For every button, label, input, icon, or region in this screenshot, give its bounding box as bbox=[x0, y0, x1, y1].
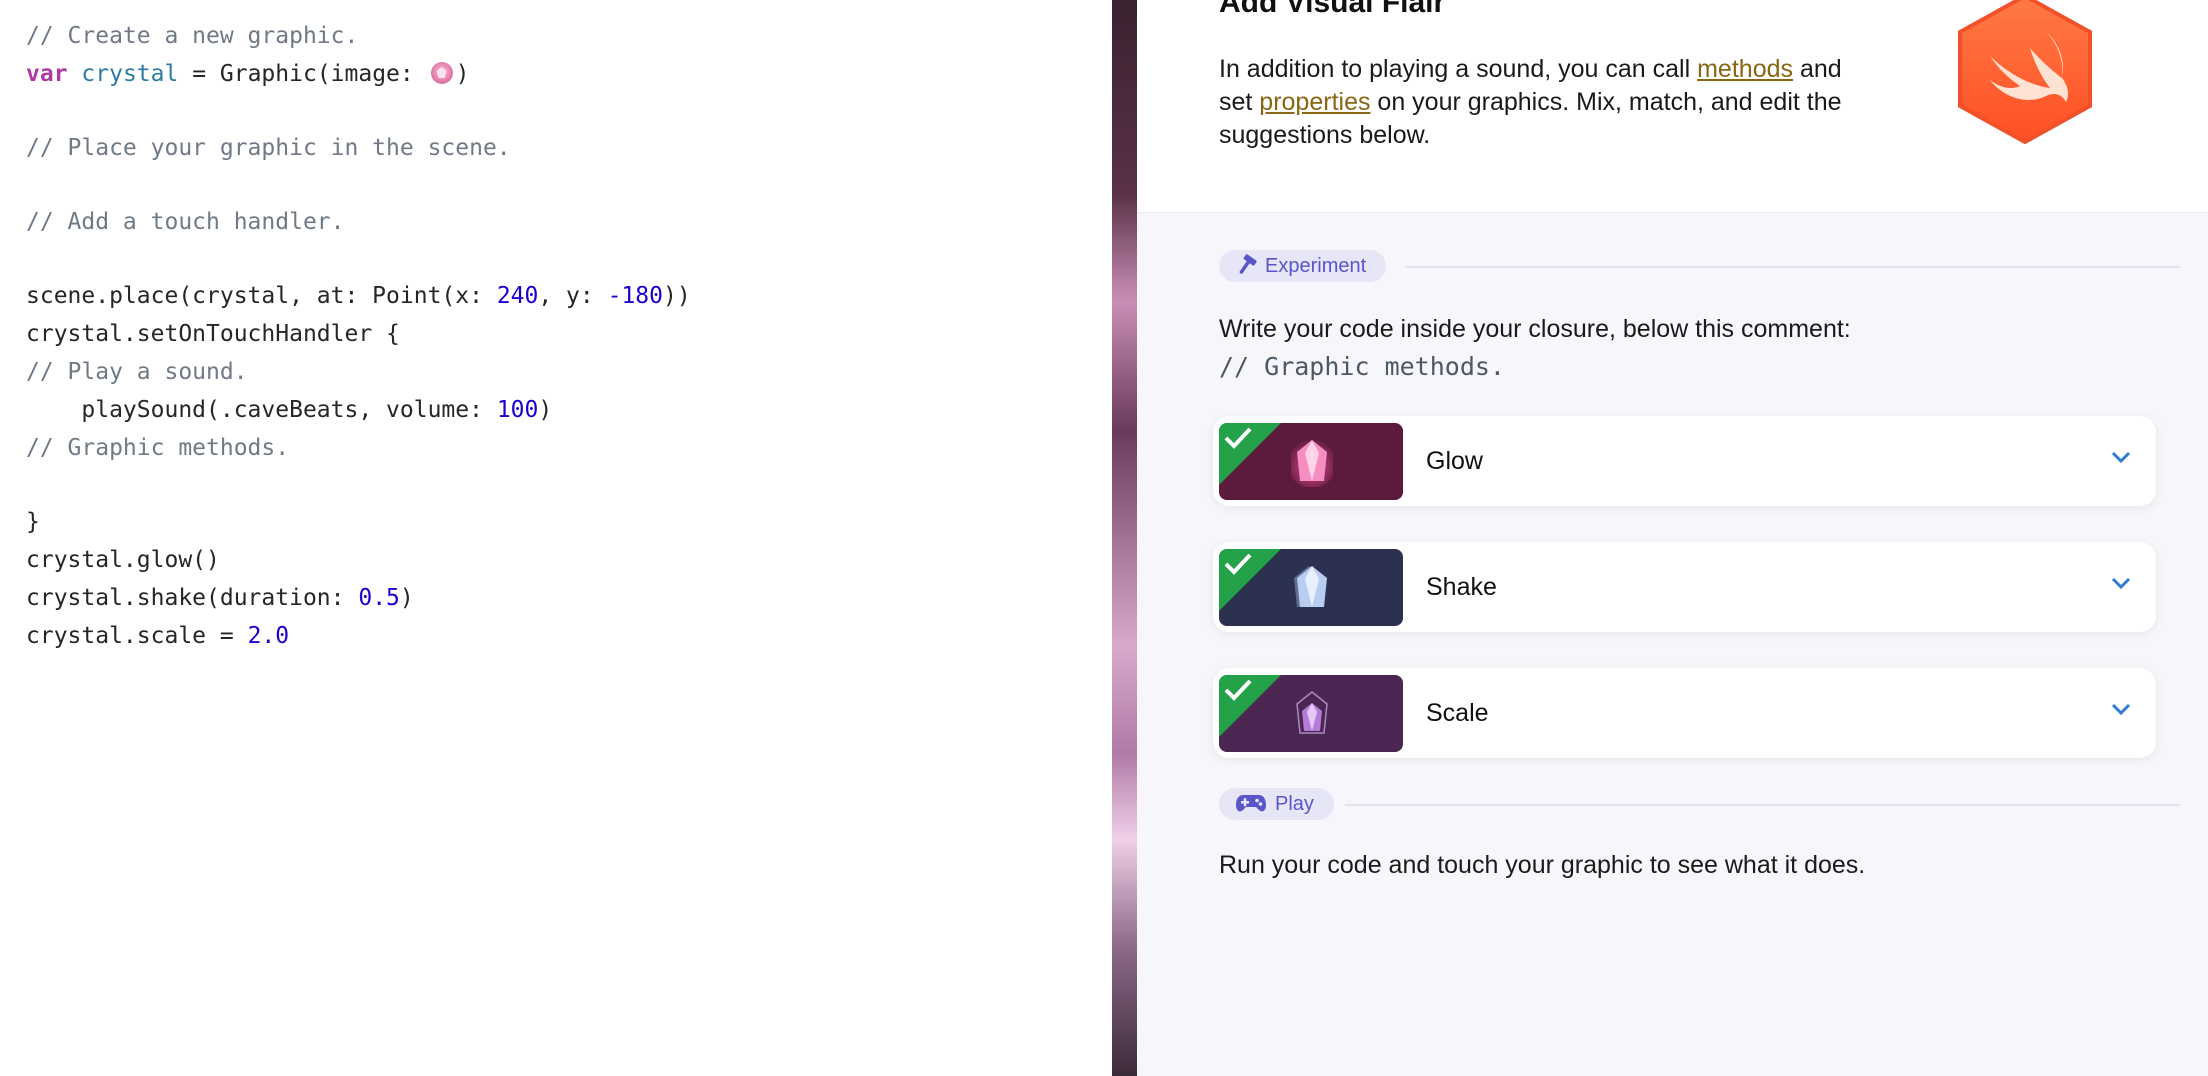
code-line[interactable]: crystal.glow() bbox=[26, 541, 220, 579]
guide-panel: Add Visual Flair In addition to playing … bbox=[1137, 0, 2208, 1076]
section-divider bbox=[1345, 804, 2180, 806]
intro-section: Add Visual Flair In addition to playing … bbox=[1137, 0, 2208, 213]
code-text: crystal.setOnTouchHandler { bbox=[26, 321, 400, 347]
glow-thumbnail bbox=[1219, 423, 1403, 500]
checkmark-icon bbox=[1224, 553, 1252, 575]
code-text: crystal.scale = bbox=[26, 623, 248, 649]
hammer-icon bbox=[1239, 254, 1257, 274]
crystal-image-literal-icon[interactable] bbox=[430, 62, 453, 84]
card-title: Scale bbox=[1426, 699, 1489, 727]
blue-crystal-icon bbox=[1294, 566, 1327, 607]
code-text: )) bbox=[663, 283, 691, 309]
instruction-code: // Graphic methods. bbox=[1219, 352, 1505, 381]
chevron-down-icon[interactable] bbox=[2110, 450, 2132, 464]
experiment-section-header: Experiment bbox=[1219, 250, 2180, 282]
code-text: } bbox=[26, 509, 40, 535]
code-text: scene.place(crystal, at: Point(x: bbox=[26, 283, 497, 309]
code-line[interactable]: // Place your graphic in the scene. bbox=[26, 129, 511, 167]
checkmark-icon bbox=[1224, 679, 1252, 701]
purple-crystal-icon bbox=[1296, 691, 1328, 734]
identifier: crystal bbox=[81, 61, 179, 87]
code-editor[interactable]: // Create a new graphic. var crystal = G… bbox=[0, 0, 1112, 1076]
intro-text-part: In addition to playing a sound, you can … bbox=[1219, 55, 1698, 83]
play-instruction-text: Run your code and touch your graphic to … bbox=[1219, 851, 1866, 879]
code-text: crystal.shake(duration: bbox=[26, 585, 359, 611]
code-text: crystal.glow() bbox=[26, 547, 220, 573]
game-controller-icon bbox=[1236, 795, 1266, 812]
instruction-line: Write your code inside your closure, bel… bbox=[1219, 315, 1851, 343]
code-comment: // Play a sound. bbox=[26, 359, 248, 385]
swift-badge-icon bbox=[1958, 0, 2092, 144]
code-line[interactable]: // Create a new graphic. bbox=[26, 17, 358, 55]
methods-link[interactable]: methods bbox=[1697, 55, 1793, 83]
code-text: ) bbox=[399, 585, 414, 611]
code-line[interactable]: crystal.scale = 2.0 bbox=[26, 617, 289, 655]
chevron-down-icon[interactable] bbox=[2110, 702, 2132, 716]
checkmark-icon bbox=[1224, 427, 1252, 449]
play-section-header: Play bbox=[1219, 788, 2180, 820]
play-label: Play bbox=[1275, 793, 1314, 815]
number-literal[interactable]: 0.5 bbox=[358, 585, 400, 611]
code-comment: // Create a new graphic. bbox=[26, 23, 359, 49]
code-line[interactable]: // Play a sound. bbox=[26, 353, 248, 391]
experiment-label: Experiment bbox=[1265, 255, 1367, 277]
number-literal[interactable]: -180 bbox=[608, 283, 663, 309]
code-line[interactable]: // Graphic methods. bbox=[26, 429, 289, 467]
experiment-pill: Experiment bbox=[1219, 250, 1387, 282]
scale-thumbnail bbox=[1219, 675, 1403, 752]
code-text: , y: bbox=[538, 283, 608, 309]
code-line[interactable]: var crystal = Graphic(image: ) bbox=[26, 55, 469, 93]
chevron-down-icon[interactable] bbox=[2110, 576, 2132, 590]
card-title: Shake bbox=[1426, 573, 1497, 601]
code-comment: // Graphic methods. bbox=[26, 435, 290, 461]
number-literal[interactable]: 100 bbox=[497, 397, 539, 423]
live-view-edge bbox=[1112, 0, 1137, 1076]
section-divider bbox=[1405, 266, 2180, 268]
code-line[interactable]: // Add a touch handler. bbox=[26, 203, 345, 241]
number-literal[interactable]: 2.0 bbox=[248, 623, 290, 649]
code-comment: // Place your graphic in the scene. bbox=[26, 135, 511, 161]
code-text: = Graphic(image: bbox=[178, 61, 428, 87]
number-literal[interactable]: 240 bbox=[497, 283, 539, 309]
shake-thumbnail bbox=[1219, 549, 1403, 626]
code-comment: // Add a touch handler. bbox=[26, 209, 345, 235]
code-text: ) bbox=[538, 397, 553, 423]
code-text: ) bbox=[455, 61, 470, 87]
suggestion-card-shake[interactable]: Shake bbox=[1213, 542, 2156, 632]
suggestion-card-glow[interactable]: Glow bbox=[1213, 416, 2156, 506]
card-title: Glow bbox=[1426, 447, 1483, 475]
intro-text: In addition to playing a sound, you can … bbox=[1219, 53, 1859, 152]
suggestion-card-scale[interactable]: Scale bbox=[1213, 668, 2156, 758]
properties-link[interactable]: properties bbox=[1259, 88, 1370, 116]
instruction-text: Write your code inside your closure, bel… bbox=[1219, 310, 1851, 386]
code-line[interactable]: crystal.setOnTouchHandler { bbox=[26, 315, 400, 353]
page-title: Add Visual Flair bbox=[1219, 0, 1446, 19]
code-line[interactable]: } bbox=[26, 503, 40, 541]
code-line[interactable]: playSound(.caveBeats, volume: 100) bbox=[26, 391, 552, 429]
pink-crystal-icon bbox=[1291, 440, 1333, 487]
code-line[interactable]: scene.place(crystal, at: Point(x: 240, y… bbox=[26, 277, 691, 315]
keyword: var bbox=[26, 61, 68, 87]
code-text: playSound(.caveBeats, volume: bbox=[26, 397, 497, 423]
play-pill: Play bbox=[1219, 788, 1334, 820]
code-line[interactable]: crystal.shake(duration: 0.5) bbox=[26, 579, 414, 617]
